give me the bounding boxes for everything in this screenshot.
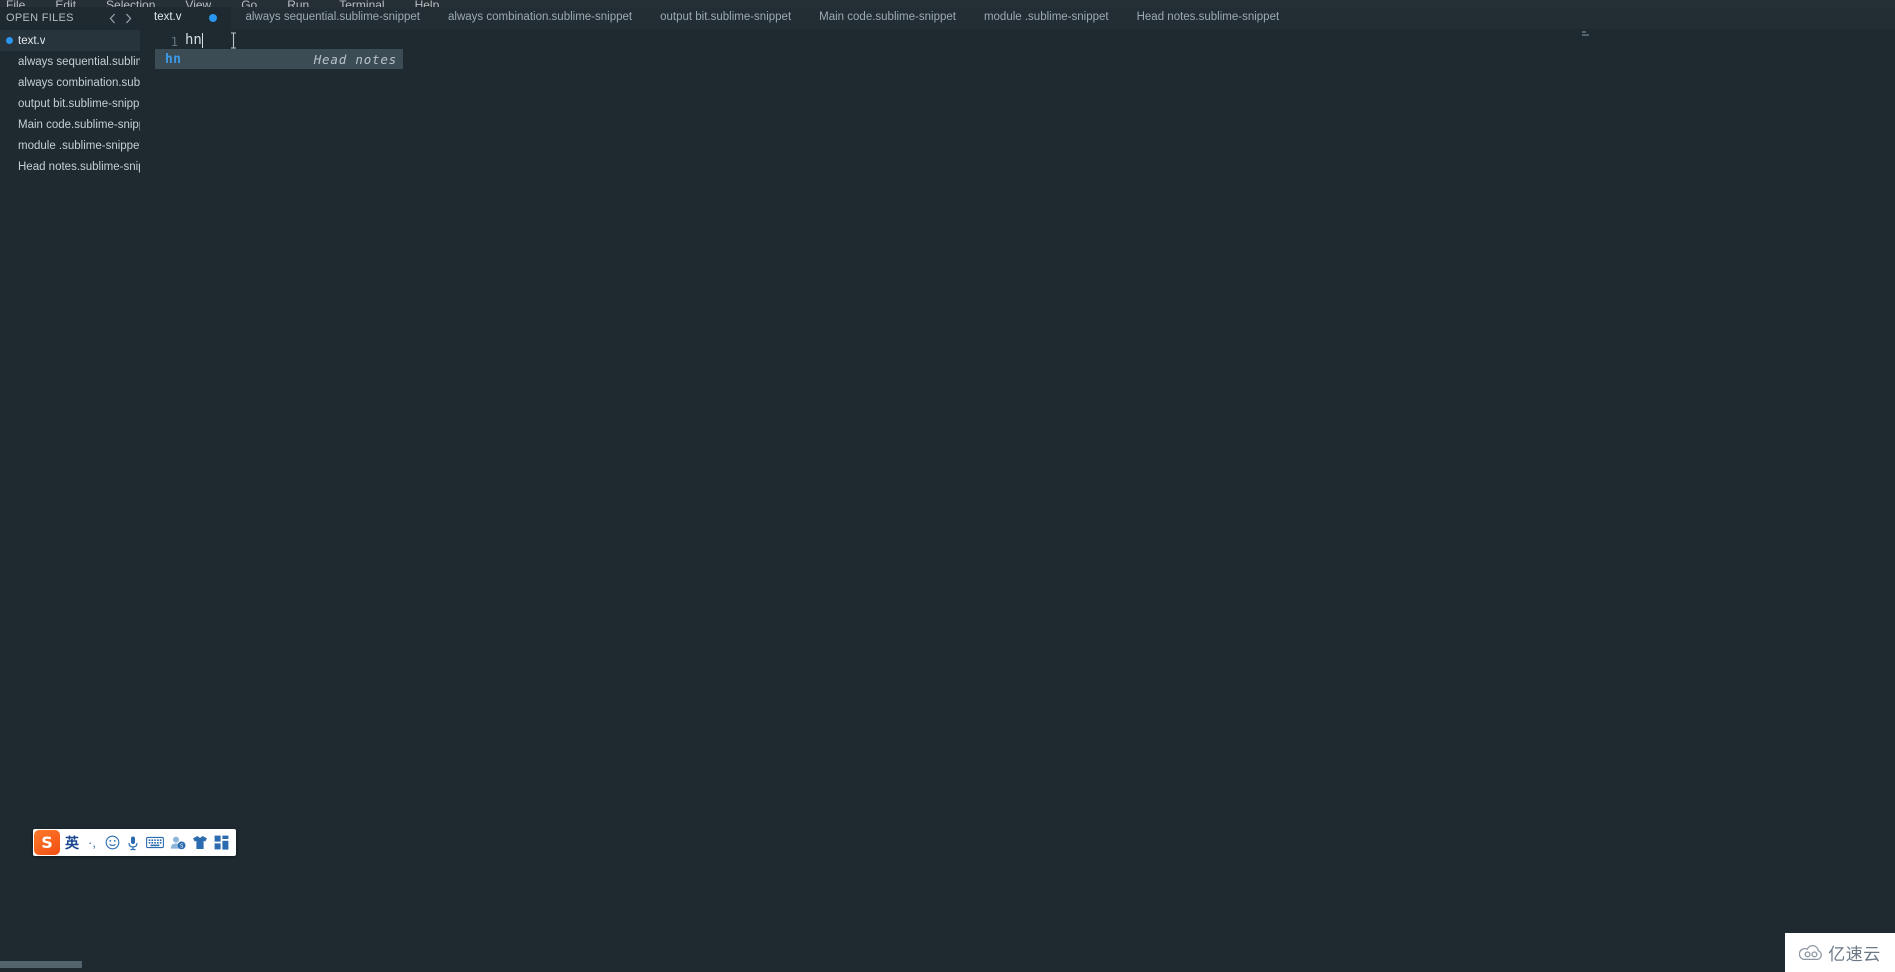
sidebar-item-output-bit[interactable]: output bit.sublime-snippet [0, 93, 140, 114]
tab-label: always sequential.sublime-snippet [245, 11, 420, 24]
tab-module[interactable]: module .sublime-snippet [970, 7, 1123, 29]
autocomplete-description: Head notes [313, 51, 397, 67]
handwriting-icon[interactable]: S [167, 830, 189, 855]
cloud-icon [1799, 944, 1824, 961]
tab-label: module .sublime-snippet [983, 11, 1109, 24]
sidebar-item-text-v[interactable]: text.v [0, 30, 140, 51]
tab-output-bit[interactable]: output bit.sublime-snippet [646, 7, 805, 29]
sidebar-item-label: output bit.sublime-snippet [18, 97, 140, 110]
ime-language-mode[interactable]: 英 [62, 830, 82, 855]
sidebar-item-label: always sequential.sublime-snippet [18, 55, 140, 68]
keyboard-icon[interactable] [143, 830, 167, 855]
tab-label: always combination.sublime-snippet [448, 11, 633, 24]
skin-shirt-icon[interactable] [189, 830, 211, 855]
dirty-dot-icon [6, 37, 13, 44]
microphone-icon[interactable] [123, 830, 143, 855]
sidebar-item-main-code[interactable]: Main code.sublime-snippet [0, 114, 140, 135]
svg-text:S: S [180, 844, 183, 850]
ime-toolbar: S 英 ·, S [33, 829, 236, 856]
sidebar-item-label: module .sublime-snippet [18, 139, 140, 152]
tab-head-notes[interactable]: Head notes.sublime-snippet [1123, 7, 1294, 29]
sidebar-item-always-combination[interactable]: always combination.sublime-snippet [0, 72, 140, 93]
minimap-marker [1582, 31, 1591, 38]
dirty-dot-icon[interactable] [209, 14, 218, 22]
tab-label: text.v [154, 11, 182, 24]
sidebar-header: OPEN FILES [0, 7, 140, 29]
autocomplete-popup: hn Head notes [155, 49, 403, 69]
sidebar-item-head-notes[interactable]: Head notes.sublime-snippet [0, 156, 140, 177]
autocomplete-item-hn[interactable]: hn Head notes [155, 49, 403, 69]
code-content-area[interactable]: hn [185, 29, 1895, 972]
menu-bar-items: File Edit Selection View Go Run Terminal… [0, 0, 1895, 7]
tab-always-combination[interactable]: always combination.sublime-snippet [434, 7, 646, 29]
sidebar-item-module[interactable]: module .sublime-snippet [0, 135, 140, 156]
code-line-text: hn [185, 31, 202, 48]
sidebar-title: OPEN FILES [6, 12, 74, 24]
chevron-right-icon[interactable] [123, 12, 134, 25]
sidebar: OPEN FILES text.v always sequential.subl… [0, 7, 140, 972]
code-editor[interactable]: 1 hn [140, 29, 1895, 972]
tab-label: output bit.sublime-snippet [660, 11, 792, 24]
punctuation-icon[interactable]: ·, [82, 830, 102, 855]
text-caret [201, 32, 204, 48]
tab-always-sequential[interactable]: always sequential.sublime-snippet [231, 7, 434, 29]
editor-window: File Edit Selection View Go Run Terminal… [0, 0, 1895, 972]
chevron-left-icon[interactable] [107, 12, 118, 25]
tab-label: Head notes.sublime-snippet [1136, 11, 1280, 24]
sogou-logo-icon[interactable]: S [34, 830, 60, 855]
app-grid-icon[interactable] [211, 830, 232, 855]
tab-text-v[interactable]: text.v [140, 7, 232, 29]
tab-label: Main code.sublime-snippet [819, 11, 956, 24]
sidebar-item-label: Head notes.sublime-snippet [18, 160, 140, 173]
sidebar-item-label: Main code.sublime-snippet [18, 118, 140, 131]
sidebar-horizontal-scrollbar[interactable] [0, 960, 140, 970]
menu-bar: File Edit Selection View Go Run Terminal… [0, 0, 1895, 7]
autocomplete-trigger: hn [165, 51, 182, 67]
sidebar-item-label: text.v [18, 34, 46, 47]
tab-main-code[interactable]: Main code.sublime-snippet [805, 7, 970, 29]
watermark: 亿速云 [1785, 933, 1895, 972]
sidebar-nav-arrows [107, 12, 136, 25]
watermark-text: 亿速云 [1828, 945, 1881, 965]
smiley-icon[interactable] [102, 830, 123, 855]
code-line-1[interactable]: hn [185, 29, 1895, 48]
scrollbar-thumb[interactable] [0, 961, 82, 968]
sidebar-item-always-sequential[interactable]: always sequential.sublime-snippet [0, 51, 140, 72]
tab-bar: text.v always sequential.sublime-snippet… [140, 7, 1895, 29]
open-files-list: text.v always sequential.sublime-snippet… [0, 29, 140, 177]
sidebar-item-label: always combination.sublime-snippet [18, 76, 140, 89]
